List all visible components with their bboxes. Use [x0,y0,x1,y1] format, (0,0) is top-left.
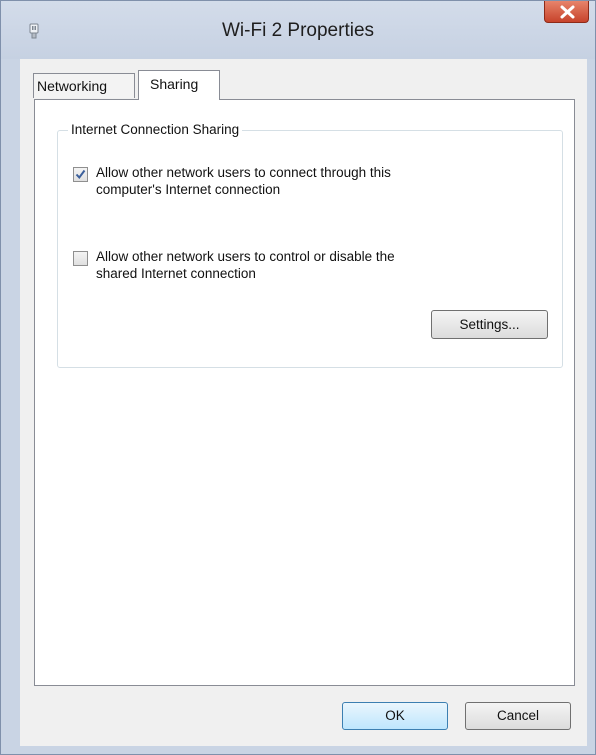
ok-button[interactable]: OK [342,702,448,730]
allow-control-label-line1: Allow other network users to control or … [96,249,395,264]
tab-networking[interactable]: Networking [33,73,135,98]
window-title: Wi-Fi 2 Properties [221,20,375,41]
tab-sharing-label: Sharing [150,76,199,92]
title-bar[interactable]: Wi-Fi 2 Properties [1,1,595,59]
allow-connect-label[interactable]: Allow other network users to connect thr… [96,164,496,198]
settings-button[interactable]: Settings... [431,310,548,339]
allow-control-label[interactable]: Allow other network users to control or … [96,248,496,282]
tab-networking-label: Networking [37,78,108,94]
allow-connect-label-line1: Allow other network users to connect thr… [96,165,391,180]
dialog-client-area: Networking Sharing Internet Connection S… [20,59,587,746]
check-mark-icon [75,169,86,180]
allow-control-checkbox[interactable] [73,251,88,266]
tab-sharing[interactable]: Sharing [138,70,220,100]
allow-connect-checkbox[interactable] [73,167,88,182]
group-title: Internet Connection Sharing [68,122,243,137]
allow-control-label-line2: shared Internet connection [96,266,256,281]
internet-connection-sharing-group: Internet Connection Sharing Allow other … [57,122,563,368]
allow-connect-label-line2: computer's Internet connection [96,182,281,197]
close-button[interactable] [544,1,589,23]
cancel-button[interactable]: Cancel [465,702,571,730]
close-icon [560,5,575,19]
sharing-tab-panel: Internet Connection Sharing Allow other … [34,99,575,686]
properties-dialog: Wi-Fi 2 Properties Networking Sharing In… [0,0,596,755]
